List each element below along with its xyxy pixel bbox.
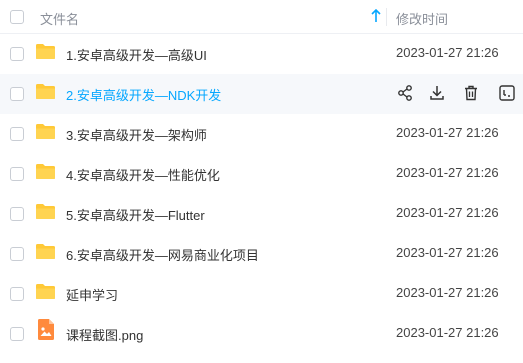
- row-checkbox[interactable]: [10, 127, 24, 141]
- file-row[interactable]: 延申学习 2023-01-27 21:26: [0, 274, 523, 314]
- file-name[interactable]: 4.安卓高级开发—性能优化: [66, 165, 220, 184]
- file-name[interactable]: 2.安卓高级开发—NDK开发: [66, 85, 221, 104]
- file-name[interactable]: 6.安卓高级开发—网易商业化项目: [66, 245, 259, 264]
- row-checkbox[interactable]: [10, 327, 24, 341]
- folder-icon: [36, 244, 55, 259]
- file-name[interactable]: 5.安卓高级开发—Flutter: [66, 205, 205, 224]
- file-row[interactable]: 4.安卓高级开发—性能优化 2023-01-27 21:26: [0, 154, 523, 194]
- file-row[interactable]: 5.安卓高级开发—Flutter 2023-01-27 21:26: [0, 194, 523, 234]
- file-name[interactable]: 3.安卓高级开发—架构师: [66, 125, 207, 144]
- row-checkbox[interactable]: [10, 47, 24, 61]
- modified-time: 2023-01-27 21:26: [396, 245, 499, 260]
- arrow-up-icon[interactable]: [371, 8, 381, 26]
- modified-time: 2023-01-27 21:26: [396, 165, 499, 180]
- folder-icon: [36, 284, 55, 299]
- modified-time: 2023-01-27 21:26: [396, 325, 499, 340]
- column-divider: [386, 8, 387, 26]
- row-checkbox[interactable]: [10, 167, 24, 181]
- folder-icon: [36, 84, 55, 99]
- select-all-checkbox[interactable]: [10, 10, 24, 24]
- row-checkbox[interactable]: [10, 247, 24, 261]
- file-row[interactable]: 6.安卓高级开发—网易商业化项目 2023-01-27 21:26: [0, 234, 523, 274]
- folder-icon: [36, 204, 55, 219]
- download-icon[interactable]: [428, 84, 446, 102]
- file-name[interactable]: 延申学习: [66, 285, 118, 304]
- file-row[interactable]: 1.安卓高级开发—高级UI 2023-01-27 21:26: [0, 34, 523, 74]
- delete-icon[interactable]: [462, 84, 480, 102]
- row-checkbox[interactable]: [10, 207, 24, 221]
- folder-icon: [36, 164, 55, 179]
- file-name[interactable]: 1.安卓高级开发—高级UI: [66, 45, 207, 64]
- file-row[interactable]: 课程截图.png 2023-01-27 21:26: [0, 314, 523, 354]
- row-checkbox[interactable]: [10, 287, 24, 301]
- modified-time: 2023-01-27 21:26: [396, 45, 499, 60]
- column-header-filename[interactable]: 文件名: [40, 9, 79, 28]
- column-header-modified-time[interactable]: 修改时间: [396, 9, 448, 28]
- modified-time: 2023-01-27 21:26: [396, 205, 499, 220]
- image-file-icon: [38, 319, 54, 340]
- row-checkbox[interactable]: [10, 87, 24, 101]
- row-actions: [396, 84, 516, 104]
- folder-icon: [36, 124, 55, 139]
- share-icon[interactable]: [396, 84, 414, 102]
- file-row[interactable]: 3.安卓高级开发—架构师 2023-01-27 21:26: [0, 114, 523, 154]
- modified-time: 2023-01-27 21:26: [396, 285, 499, 300]
- file-name[interactable]: 课程截图.png: [66, 325, 143, 344]
- more-icon[interactable]: [498, 84, 516, 102]
- folder-icon: [36, 44, 55, 59]
- file-row-hovered[interactable]: 2.安卓高级开发—NDK开发: [0, 74, 523, 114]
- modified-time: 2023-01-27 21:26: [396, 125, 499, 140]
- file-list-header: 文件名 修改时间: [0, 0, 523, 34]
